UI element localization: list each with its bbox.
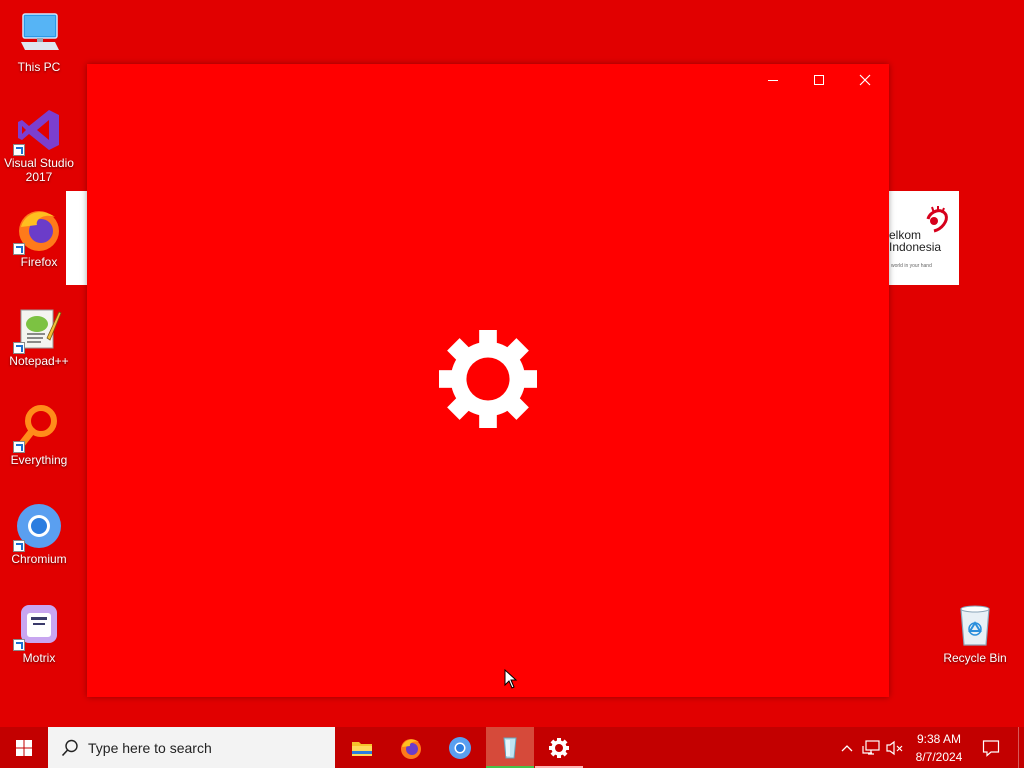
gear-icon xyxy=(439,330,537,428)
shortcut-arrow-icon xyxy=(13,342,25,354)
taskbar-clock[interactable]: 9:38 AM 8/7/2024 xyxy=(908,730,970,766)
taskbar-search-box[interactable]: Type here to search xyxy=(48,727,335,768)
visual-studio-icon xyxy=(13,106,63,156)
telkom-tagline: world in your hand xyxy=(891,263,932,269)
taskbar-firefox[interactable] xyxy=(387,727,435,768)
file-explorer-icon xyxy=(352,741,372,756)
chevron-up-icon xyxy=(841,744,853,751)
motrix-icon xyxy=(13,601,63,651)
close-icon xyxy=(859,74,871,86)
windows-logo-icon xyxy=(16,739,32,756)
desktop-icon-label: This PC xyxy=(17,60,61,74)
shortcut-arrow-icon xyxy=(13,441,25,453)
clock-time: 9:38 AM xyxy=(916,732,962,746)
chromium-icon xyxy=(13,502,63,552)
chromium-icon xyxy=(449,736,471,759)
maximize-button[interactable] xyxy=(796,64,842,96)
background-window-logo-panel[interactable]: elkom Indonesia world in your hand xyxy=(889,191,959,285)
desktop-icon-label: Recycle Bin xyxy=(943,651,1007,665)
background-window[interactable] xyxy=(66,191,88,285)
network-icon xyxy=(862,739,880,755)
taskbar: Type here to search 9:38 AM 8/7/2024 xyxy=(0,727,1024,768)
search-placeholder: Type here to search xyxy=(88,739,212,756)
settings-splash-window[interactable] xyxy=(87,64,889,697)
minimize-icon xyxy=(768,80,778,81)
taskbar-file-explorer[interactable] xyxy=(338,727,386,768)
search-icon xyxy=(61,739,78,756)
desktop-icon-visual-studio[interactable]: Visual Studio 2017 xyxy=(0,106,78,184)
taskbar-settings[interactable] xyxy=(535,727,583,768)
everything-search-icon xyxy=(13,403,63,453)
desktop: This PC Visual Studio 2017 Firefox Notep… xyxy=(0,0,1024,727)
desktop-icon-label: Chromium xyxy=(11,552,67,566)
recycle-bin-icon xyxy=(951,601,999,649)
shortcut-arrow-icon xyxy=(13,243,25,255)
firefox-icon xyxy=(401,738,421,759)
clock-date: 8/7/2024 xyxy=(915,750,963,764)
volume-muted-icon xyxy=(886,740,903,755)
maximize-icon xyxy=(814,75,824,85)
desktop-icon-notepad-plus-plus[interactable]: Notepad++ xyxy=(0,304,78,368)
taskbar-notepad-app[interactable] xyxy=(486,727,534,768)
notepad-plus-plus-icon xyxy=(13,304,63,354)
desktop-icon-everything[interactable]: Everything xyxy=(0,403,78,467)
taskbar-chromium[interactable] xyxy=(436,727,484,768)
action-center-button[interactable] xyxy=(976,727,1006,768)
network-button[interactable] xyxy=(860,727,882,768)
notification-icon xyxy=(982,739,1000,757)
shortcut-arrow-icon xyxy=(13,639,25,651)
desktop-icon-this-pc[interactable]: This PC xyxy=(0,10,78,74)
desktop-icon-label: Notepad++ xyxy=(9,354,69,368)
settings-gear-icon xyxy=(549,737,569,758)
start-button[interactable] xyxy=(0,727,48,768)
firefox-icon xyxy=(13,205,63,255)
this-pc-icon xyxy=(15,10,63,58)
desktop-icon-chromium[interactable]: Chromium xyxy=(0,502,78,566)
desktop-icon-label: Visual Studio 2017 xyxy=(4,156,74,184)
close-button[interactable] xyxy=(842,64,888,96)
show-hidden-icons-button[interactable] xyxy=(837,727,857,768)
mouse-cursor-icon xyxy=(504,668,518,694)
shortcut-arrow-icon xyxy=(13,540,25,552)
show-desktop-button[interactable] xyxy=(1018,727,1024,768)
desktop-icon-motrix[interactable]: Motrix xyxy=(0,601,78,665)
desktop-icon-label: Motrix xyxy=(22,651,56,665)
minimize-button[interactable] xyxy=(750,64,796,96)
telkom-logo-text: elkom Indonesia xyxy=(889,228,942,254)
volume-button[interactable] xyxy=(884,727,906,768)
shortcut-arrow-icon xyxy=(13,144,25,156)
notepad-app-icon xyxy=(503,737,517,758)
desktop-icon-label: Everything xyxy=(10,453,68,467)
desktop-icon-recycle-bin[interactable]: Recycle Bin xyxy=(936,601,1014,665)
